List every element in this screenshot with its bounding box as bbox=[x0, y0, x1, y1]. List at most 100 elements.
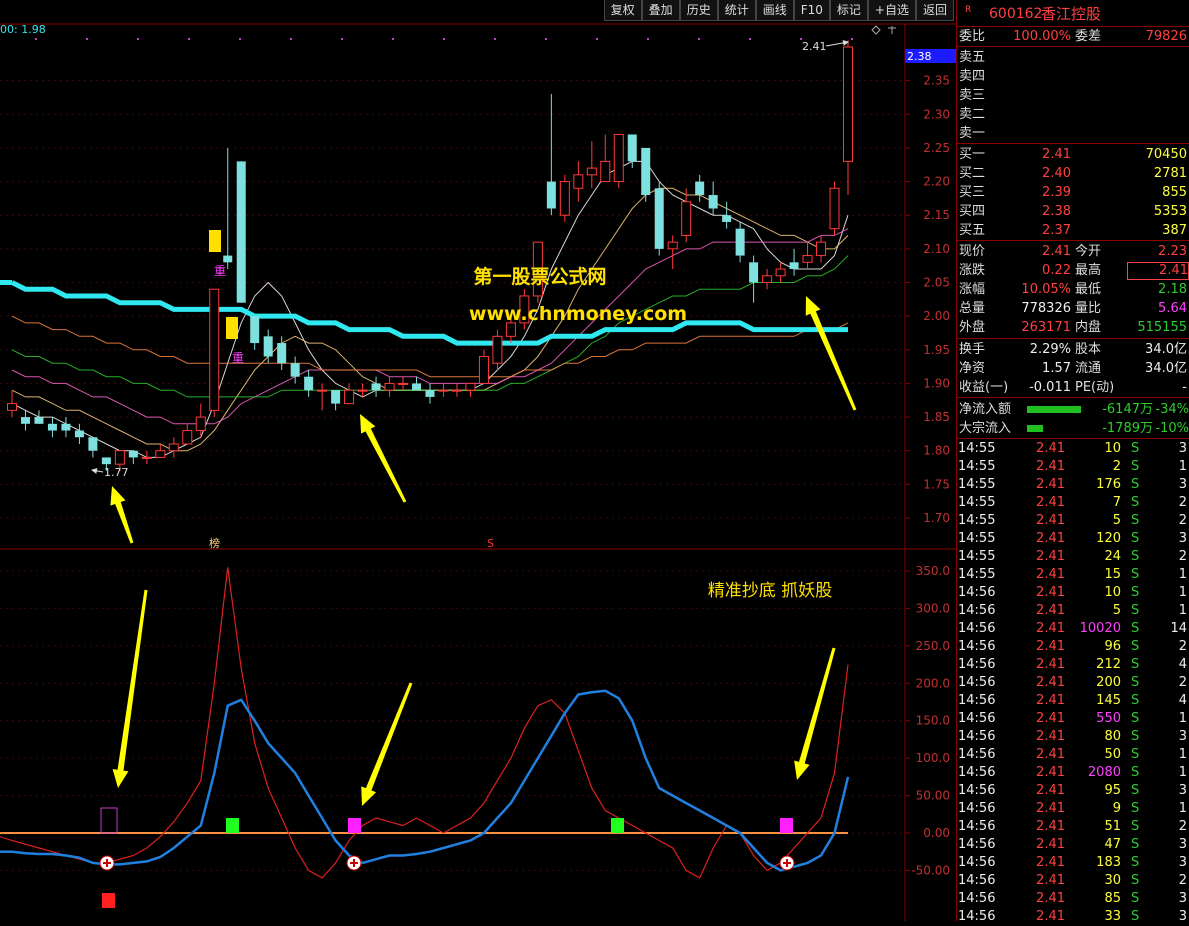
tick-row: 14:55 2.41 15 S 1 bbox=[957, 566, 1189, 584]
stat2-value2: 34.0亿 bbox=[1145, 361, 1187, 376]
candle-body bbox=[613, 133, 624, 183]
candle-body bbox=[789, 262, 799, 270]
tick-side: S bbox=[1131, 603, 1140, 618]
current-price-label: 2.38 bbox=[907, 50, 932, 63]
candle-body bbox=[88, 437, 98, 451]
top-marker bbox=[596, 38, 598, 40]
tick-vol: 10020 bbox=[1079, 621, 1121, 636]
annotation-arrow bbox=[360, 414, 407, 503]
flow-row: 大宗流入 -1789万 -10% bbox=[957, 419, 1189, 438]
candle-body bbox=[304, 376, 314, 391]
tick-vol: 80 bbox=[1104, 729, 1121, 744]
candle-body bbox=[654, 188, 664, 249]
buy-price: 2.41 bbox=[1042, 147, 1071, 162]
stat-value: 778326 bbox=[1021, 301, 1071, 316]
stat-label: 涨幅 bbox=[959, 282, 986, 297]
stat-label2: 今开 bbox=[1075, 244, 1102, 259]
toolbar-btn-5[interactable]: F10 bbox=[793, 0, 830, 21]
tick-count: 3 bbox=[1178, 891, 1187, 906]
divider bbox=[957, 46, 1189, 47]
tick-price: 2.41 bbox=[1036, 495, 1065, 510]
candle-body bbox=[114, 450, 125, 465]
candle-body bbox=[438, 389, 449, 392]
buy-price: 2.38 bbox=[1042, 204, 1071, 219]
stat-value: 263171 bbox=[1021, 320, 1071, 335]
toolbar-btn-8[interactable]: 返回 bbox=[915, 0, 954, 21]
toolbar-btn-4[interactable]: 画线 bbox=[755, 0, 794, 21]
price-tick-label: 1.85 bbox=[923, 410, 950, 424]
candle-body bbox=[20, 417, 30, 424]
price-tick-label: 2.20 bbox=[923, 175, 950, 189]
toolbar-btn-2[interactable]: 历史 bbox=[679, 0, 718, 21]
weibi-row: 委比 100.00% 委差 79826 bbox=[957, 27, 1189, 46]
tick-vol: 183 bbox=[1096, 855, 1121, 870]
candle-body bbox=[290, 363, 300, 377]
stat2-label: 换手 bbox=[959, 342, 986, 357]
diamond-icon[interactable] bbox=[871, 25, 881, 35]
flow-label: 净流入额 bbox=[959, 402, 1012, 417]
candle-body bbox=[600, 160, 611, 183]
tick-row: 14:55 2.41 5 S 2 bbox=[957, 512, 1189, 530]
low-arrow bbox=[91, 467, 104, 474]
kline-chart[interactable]: 2.35 2.30 2.25 2.20 2.15 2.10 2.05 2.00 1.95 1.90… bbox=[0, 0, 956, 921]
divider bbox=[957, 438, 1189, 439]
watermark-url: www.chnmoney.com bbox=[469, 303, 687, 325]
candle-body bbox=[195, 416, 206, 432]
candle-body bbox=[7, 403, 17, 411]
candle-body bbox=[762, 275, 773, 283]
tick-time: 14:56 bbox=[958, 747, 996, 762]
price-tick-label: 2.30 bbox=[923, 107, 950, 121]
tick-price: 2.41 bbox=[1036, 801, 1065, 816]
ma-line-0 bbox=[11, 160, 849, 458]
toolbar-btn-0[interactable]: 复权 bbox=[603, 0, 642, 21]
tick-count: 3 bbox=[1178, 783, 1187, 798]
divider bbox=[957, 397, 1189, 398]
top-marker bbox=[341, 38, 343, 40]
candle-body bbox=[641, 147, 651, 196]
tick-side: S bbox=[1131, 657, 1140, 672]
top-marker bbox=[188, 38, 190, 40]
stock-title: R 600162 香江控股 bbox=[957, 3, 1189, 25]
flow-pct: -10% bbox=[1155, 421, 1189, 436]
toolbar-btn-1[interactable]: 叠加 bbox=[641, 0, 680, 21]
candle-body bbox=[681, 201, 692, 236]
candle-body bbox=[695, 181, 705, 196]
tick-time: 14:56 bbox=[958, 873, 996, 888]
buy-price: 2.37 bbox=[1042, 223, 1071, 238]
signal-box-green bbox=[226, 818, 239, 833]
candle-body bbox=[223, 255, 233, 263]
tick-price: 2.41 bbox=[1036, 783, 1065, 798]
high-arrow bbox=[825, 39, 849, 47]
buy-row: 买二 2.40 2781 bbox=[957, 164, 1189, 183]
tick-price: 2.41 bbox=[1036, 459, 1065, 474]
stat-label: 总量 bbox=[959, 301, 986, 316]
tick-time: 14:56 bbox=[958, 585, 996, 600]
tick-count: 3 bbox=[1178, 531, 1187, 546]
toolbar-btn-7[interactable]: +自选 bbox=[867, 0, 916, 21]
tick-time: 14:56 bbox=[958, 765, 996, 780]
top-marker bbox=[86, 38, 88, 40]
candle-body bbox=[168, 443, 179, 452]
toolbar-btn-3[interactable]: 统计 bbox=[717, 0, 756, 21]
ma-value-label: 00: 1.98 bbox=[0, 23, 46, 36]
tick-time: 14:55 bbox=[958, 531, 996, 546]
quote-panel: R 600162 香江控股 委比 100.00% 委差 79826 卖五 卖四 卖三 卖二 卖一… bbox=[956, 0, 1189, 924]
stat2-value: -0.011 bbox=[1029, 380, 1071, 395]
candle-body bbox=[492, 335, 503, 364]
candle-body bbox=[735, 228, 745, 256]
tick-vol: 200 bbox=[1096, 675, 1121, 690]
pin-icon[interactable] bbox=[888, 26, 896, 34]
divider bbox=[957, 143, 1189, 144]
weibi-label: 委比 bbox=[959, 29, 986, 44]
stat-value2: 515155 bbox=[1137, 320, 1187, 335]
slogan: 精准抄底 抓妖股 bbox=[708, 581, 832, 601]
stat2-value2: - bbox=[1182, 380, 1187, 395]
candle-body bbox=[708, 195, 718, 209]
candle-body bbox=[74, 430, 84, 438]
candle-body bbox=[236, 161, 246, 303]
candle-body bbox=[775, 268, 786, 277]
toolbar-btn-6[interactable]: 标记 bbox=[829, 0, 868, 21]
sell-row: 卖一 bbox=[957, 124, 1189, 143]
candle-body bbox=[465, 382, 476, 391]
buy-row: 买三 2.39 855 bbox=[957, 183, 1189, 202]
